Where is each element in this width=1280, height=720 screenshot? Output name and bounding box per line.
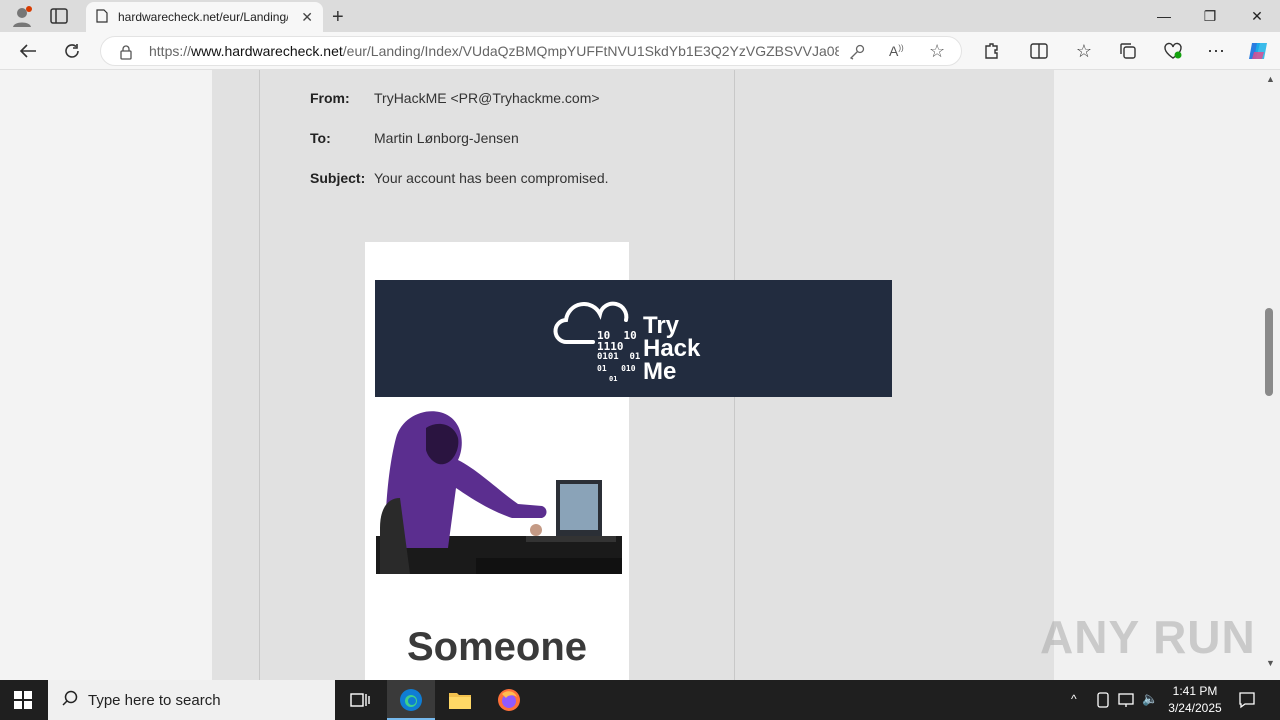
tryhackme-banner: 10 10 1110 0101 01 01 010 01 Try Hack Me <box>375 280 892 397</box>
to-value: Martin Lønborg-Jensen <box>374 130 519 146</box>
divider <box>259 70 260 680</box>
close-window-button[interactable]: ✕ <box>1234 0 1280 32</box>
read-aloud-icon[interactable]: A)) <box>889 43 904 59</box>
collections-icon[interactable] <box>1112 36 1144 66</box>
search-placeholder: Type here to search <box>88 691 221 709</box>
more-menu-icon[interactable]: ⋯ <box>1200 36 1232 66</box>
copilot-icon[interactable] <box>1242 36 1274 66</box>
network-icon[interactable] <box>1118 692 1136 713</box>
subject-label: Subject: <box>310 170 366 186</box>
clock-date: 3/24/2025 <box>1168 701 1222 715</box>
profile-icon[interactable] <box>10 4 34 28</box>
favorite-star-icon[interactable]: ☆ <box>929 41 945 62</box>
volume-icon[interactable]: 🔈 <box>1142 691 1158 707</box>
task-view-icon[interactable] <box>350 691 370 714</box>
from-label: From: <box>310 90 350 106</box>
scrollbar-thumb[interactable] <box>1265 308 1273 396</box>
subject-value: Your account has been compromised. <box>374 170 609 186</box>
page-icon <box>96 8 108 26</box>
browser-titlebar: hardwarecheck.net/eur/Landing/ ✕ + — ❐ ✕ <box>0 0 1280 32</box>
left-margin <box>0 70 212 680</box>
clock-time: 1:41 PM <box>1172 684 1218 698</box>
lock-icon[interactable] <box>119 44 133 63</box>
url-text[interactable]: https://www.hardwarecheck.net/eur/Landin… <box>149 43 839 59</box>
windows-taskbar: Type here to search ^ 🔈 1:41 PM 3/24/202… <box>0 680 1280 720</box>
address-bar[interactable]: https://www.hardwarecheck.net/eur/Landin… <box>100 36 962 66</box>
file-explorer-icon[interactable] <box>448 690 472 715</box>
windows-start-icon[interactable] <box>14 691 32 714</box>
show-hidden-icons-icon[interactable]: ^ <box>1071 692 1077 706</box>
restore-button[interactable]: ❐ <box>1187 0 1233 32</box>
new-tab-button[interactable]: + <box>332 6 344 29</box>
back-button[interactable] <box>12 36 44 66</box>
taskbar-search-box[interactable]: Type here to search <box>48 680 335 720</box>
minimize-button[interactable]: — <box>1141 0 1187 32</box>
edge-icon <box>400 689 422 711</box>
firefox-icon[interactable] <box>497 688 521 717</box>
key-icon[interactable] <box>849 44 865 63</box>
close-tab-icon[interactable]: ✕ <box>301 9 313 26</box>
browser-essentials-icon[interactable] <box>1157 36 1189 66</box>
device-icon[interactable] <box>1096 692 1110 713</box>
tab-active[interactable]: hardwarecheck.net/eur/Landing/ ✕ <box>86 2 323 32</box>
tab-actions-icon[interactable] <box>50 8 68 24</box>
notifications-icon[interactable] <box>1238 691 1256 714</box>
tryhackme-wordmark: Try Hack Me <box>643 312 701 385</box>
from-value: TryHackME <PR@Tryhackme.com> <box>374 90 600 106</box>
search-icon <box>62 690 78 710</box>
tab-title: hardwarecheck.net/eur/Landing/ <box>118 10 288 24</box>
scroll-up-icon[interactable]: ▲ <box>1266 74 1275 84</box>
page-viewport: From: TryHackME <PR@Tryhackme.com> To: M… <box>0 70 1280 680</box>
taskbar-clock[interactable]: 1:41 PM 3/24/2025 <box>1160 683 1230 717</box>
binary-text: 10 10 1110 0101 01 01 010 01 <box>597 329 641 383</box>
favorites-icon[interactable]: ☆ <box>1068 36 1100 66</box>
refresh-button[interactable] <box>56 36 88 66</box>
email-headline: Someone <box>406 625 588 669</box>
edge-taskbar-button[interactable] <box>387 680 435 720</box>
to-label: To: <box>310 130 331 146</box>
split-screen-icon[interactable] <box>1023 36 1055 66</box>
extensions-icon[interactable] <box>975 36 1007 66</box>
scroll-down-icon[interactable]: ▼ <box>1266 658 1275 668</box>
hooded-hacker-image <box>376 411 622 574</box>
anyrun-watermark: ANY RUN <box>1040 611 1256 663</box>
browser-navbar: https://www.hardwarecheck.net/eur/Landin… <box>0 32 1280 70</box>
